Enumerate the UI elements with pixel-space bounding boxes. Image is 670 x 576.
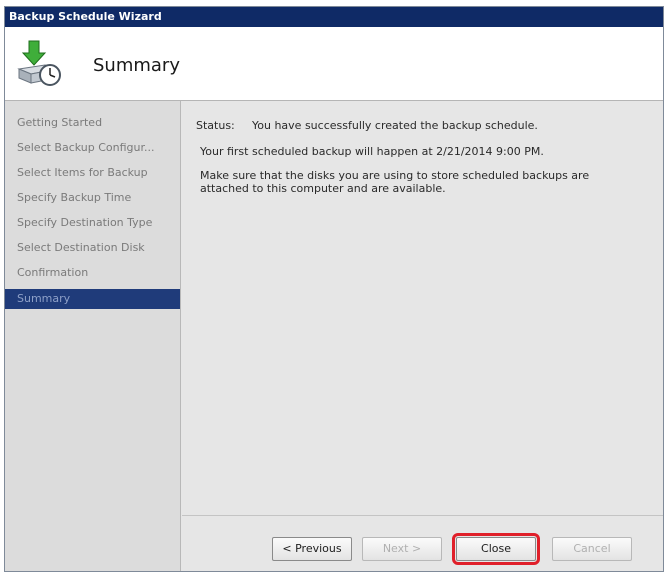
nav-step-specify-backup-time[interactable]: Specify Backup Time: [5, 188, 180, 208]
wizard-header: Summary: [5, 27, 663, 101]
wizard-steps-nav: Getting Started Select Backup Configur..…: [5, 101, 181, 571]
summary-content: Status: You have successfully created th…: [182, 101, 663, 515]
nav-step-select-destination-disk[interactable]: Select Destination Disk: [5, 238, 180, 258]
nav-step-select-items-for-backup[interactable]: Select Items for Backup: [5, 163, 180, 183]
cancel-button[interactable]: Cancel: [552, 537, 632, 561]
status-text: You have successfully created the backup…: [252, 119, 538, 132]
nav-step-select-backup-configuration[interactable]: Select Backup Configur...: [5, 138, 180, 158]
first-backup-text: Your first scheduled backup will happen …: [200, 145, 544, 158]
next-button[interactable]: Next >: [362, 537, 442, 561]
previous-button[interactable]: < Previous: [272, 537, 352, 561]
backup-schedule-wizard-window: Backup Schedule Wizard Summary Getting S…: [4, 6, 664, 572]
nav-step-getting-started[interactable]: Getting Started: [5, 113, 180, 133]
disk-note-text: Make sure that the disks you are using t…: [200, 169, 590, 195]
nav-step-specify-destination-type[interactable]: Specify Destination Type: [5, 213, 180, 233]
status-label: Status:: [196, 119, 235, 132]
wizard-footer: < Previous Next > Close Cancel: [182, 515, 663, 571]
page-title: Summary: [93, 55, 180, 76]
nav-step-confirmation[interactable]: Confirmation: [5, 263, 180, 283]
nav-step-summary[interactable]: Summary: [5, 289, 180, 309]
backup-wizard-icon: [17, 40, 61, 86]
close-button[interactable]: Close: [452, 533, 540, 565]
window-title: Backup Schedule Wizard: [5, 7, 663, 27]
